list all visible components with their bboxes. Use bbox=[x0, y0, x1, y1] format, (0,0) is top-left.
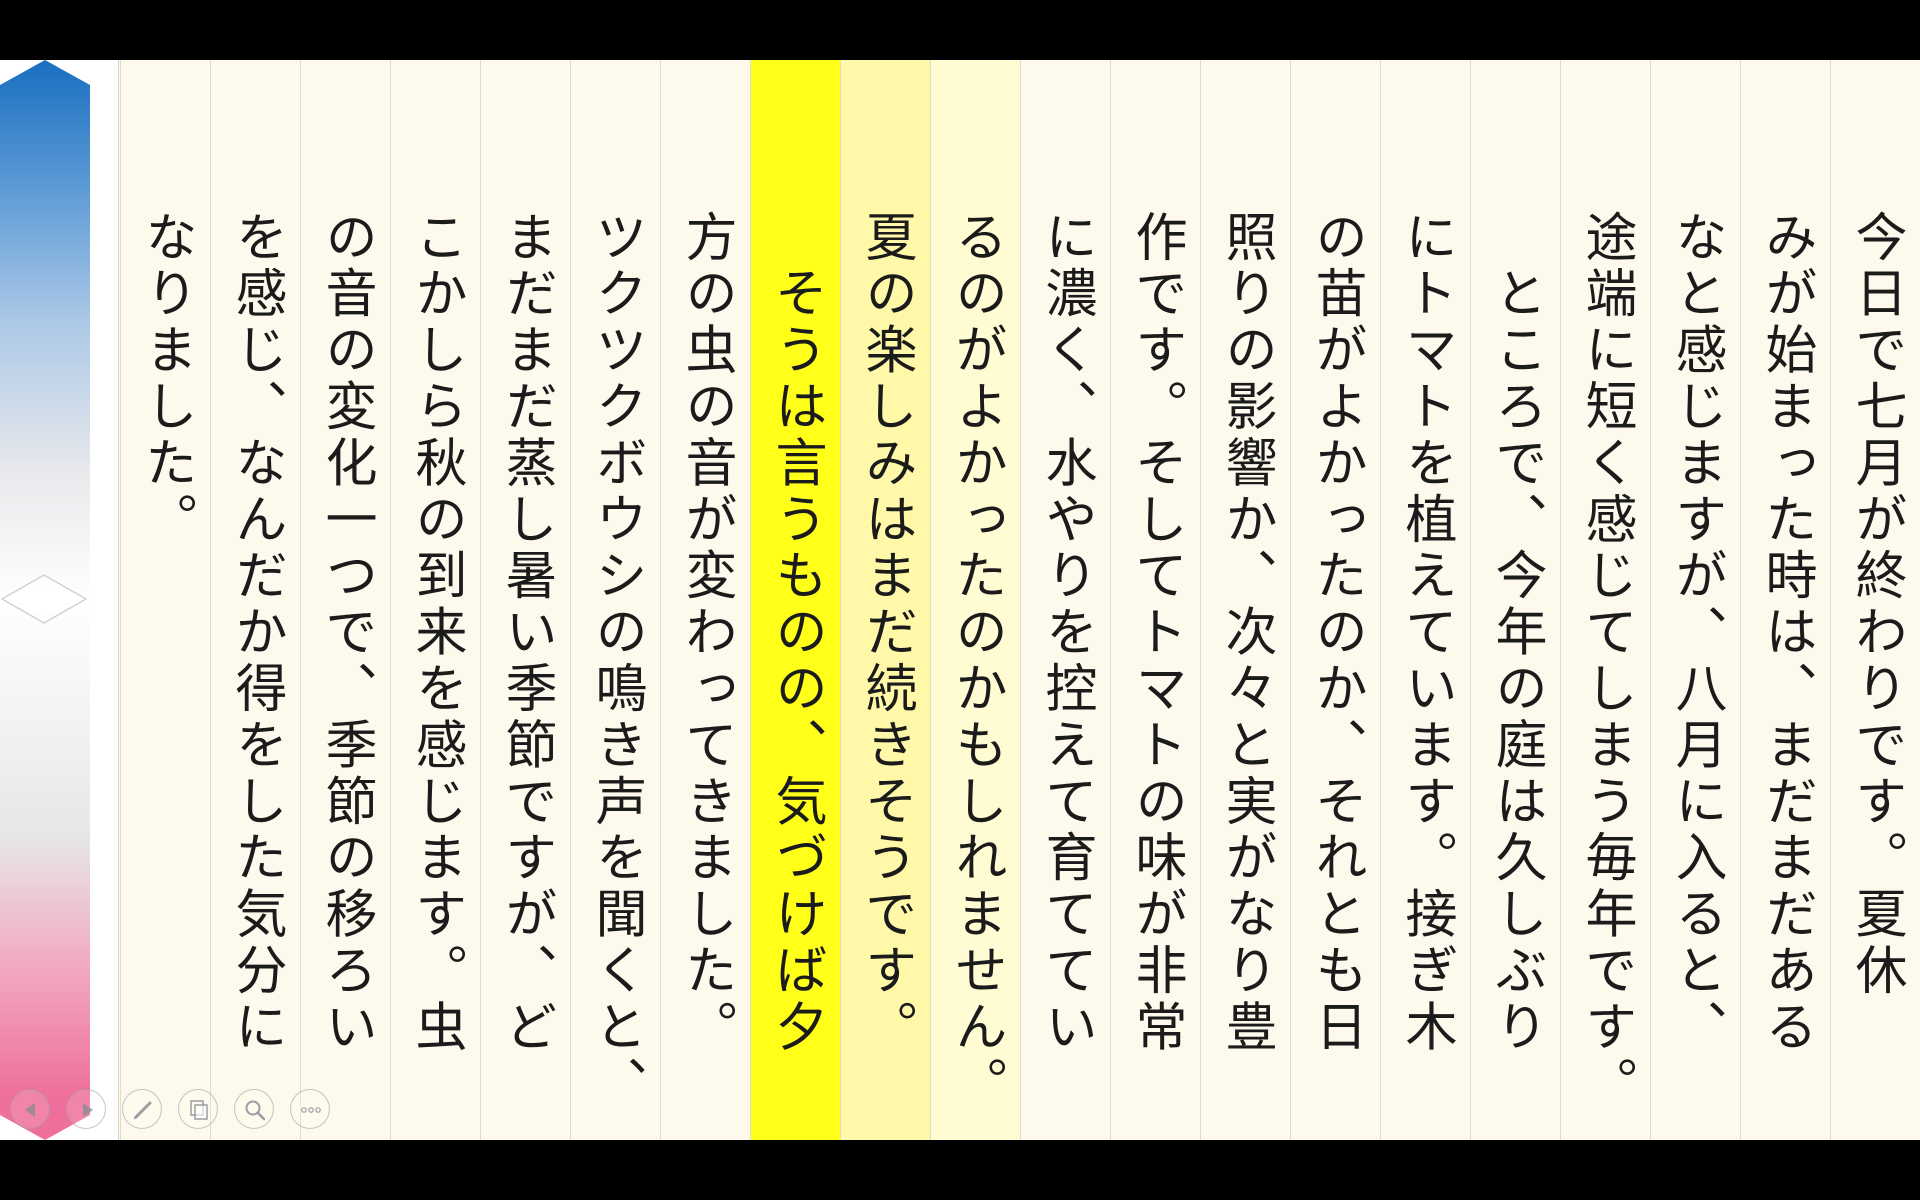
text-column: まだまだ蒸し暑い季節ですが、ど bbox=[480, 60, 570, 1140]
text-line: の苗がよかったのか、それとも日 bbox=[1306, 210, 1366, 1056]
text-column-faint-highlight: るのがよかったのかもしれません。 bbox=[930, 60, 1020, 1140]
pages-icon bbox=[190, 1100, 208, 1120]
text-line: の音の変化一つで、季節の移ろい bbox=[316, 210, 376, 1056]
text-line: こかしら秋の到来を感じます。虫 bbox=[406, 210, 466, 1056]
text-line: に濃く、水やりを控えて育ててい bbox=[1036, 210, 1096, 1056]
text-column: ツクツクボウシの鳴き声を聞くと、 bbox=[570, 60, 660, 1140]
triangle-right-icon bbox=[83, 1103, 93, 1117]
text-column: 方の虫の音が変わってきました。 bbox=[660, 60, 750, 1140]
text-line: まだまだ蒸し暑い季節ですが、ど bbox=[496, 210, 556, 1056]
text-line: 方の虫の音が変わってきました。 bbox=[676, 210, 736, 1056]
prev-page-button[interactable] bbox=[10, 1089, 50, 1129]
text-line: 照りの影響か、次々と実がなり豊 bbox=[1216, 210, 1276, 1056]
text-column: こかしら秋の到来を感じます。虫 bbox=[390, 60, 480, 1140]
pen-tool-button[interactable] bbox=[122, 1089, 162, 1129]
text-line-current: そうは言うものの、気づけば夕 bbox=[766, 210, 826, 1056]
text-line: みが始まった時は、まだまだある bbox=[1756, 210, 1816, 1056]
text-column: なと感じますが、八月に入ると、 bbox=[1650, 60, 1740, 1140]
more-options-button[interactable] bbox=[290, 1089, 330, 1129]
triangle-left-icon bbox=[25, 1103, 35, 1117]
text-column: ところで、今年の庭は久しぶり bbox=[1470, 60, 1560, 1140]
text-column: みが始まった時は、まだまだある bbox=[1740, 60, 1830, 1140]
magnifier-icon bbox=[245, 1100, 266, 1121]
bottom-black-bar bbox=[0, 1140, 1920, 1200]
text-column: 照りの影響か、次々と実がなり豊 bbox=[1200, 60, 1290, 1140]
pages-button[interactable] bbox=[178, 1089, 218, 1129]
bottom-toolbar bbox=[4, 1089, 344, 1139]
text-column: の音の変化一つで、季節の移ろい bbox=[300, 60, 390, 1140]
text-column: の苗がよかったのか、それとも日 bbox=[1290, 60, 1380, 1140]
text-column: に濃く、水やりを控えて育ててい bbox=[1020, 60, 1110, 1140]
text-line: なりました。 bbox=[136, 210, 196, 549]
text-line: なと感じますが、八月に入ると、 bbox=[1666, 210, 1726, 1056]
text-column: 作です。そしてトマトの味が非常 bbox=[1110, 60, 1200, 1140]
text-line: ところで、今年の庭は久しぶり bbox=[1486, 210, 1546, 1056]
text-line: 今日で七月が終わりです。夏休 bbox=[1846, 210, 1906, 1000]
text-column-near-highlight: 夏の楽しみはまだ続きそうです。 bbox=[840, 60, 930, 1140]
text-column: にトマトを植えています。接ぎ木 bbox=[1380, 60, 1470, 1140]
text-column: 途端に短く感じてしまう毎年です。 bbox=[1560, 60, 1650, 1140]
text-line: 途端に短く感じてしまう毎年です。 bbox=[1576, 210, 1636, 1113]
slider-handle-icon[interactable] bbox=[0, 573, 88, 625]
zoom-button[interactable] bbox=[234, 1089, 274, 1129]
text-line: を感じ、なんだか得をした気分に bbox=[226, 210, 286, 1056]
text-column: を感じ、なんだか得をした気分に bbox=[210, 60, 300, 1140]
ellipsis-icon bbox=[301, 1107, 321, 1113]
text-column: なりました。 bbox=[120, 60, 210, 1140]
vertical-text-reader: 今日で七月が終わりです。夏休 みが始まった時は、まだまだある なと感じますが、八… bbox=[0, 60, 1920, 1140]
text-line: るのがよかったのかもしれません。 bbox=[946, 210, 1006, 1113]
text-line: 作です。そしてトマトの味が非常 bbox=[1126, 210, 1186, 1056]
next-page-button[interactable] bbox=[66, 1089, 106, 1129]
text-column: 今日で七月が終わりです。夏休 bbox=[1830, 60, 1920, 1140]
text-line: にトマトを植えています。接ぎ木 bbox=[1396, 210, 1456, 1056]
text-line: ツクツクボウシの鳴き声を聞くと、 bbox=[586, 210, 646, 1113]
top-black-bar bbox=[0, 0, 1920, 60]
text-column-current-highlight: そうは言うものの、気づけば夕 bbox=[750, 60, 840, 1140]
pen-icon bbox=[133, 1101, 152, 1120]
text-line: 夏の楽しみはまだ続きそうです。 bbox=[856, 210, 916, 1056]
